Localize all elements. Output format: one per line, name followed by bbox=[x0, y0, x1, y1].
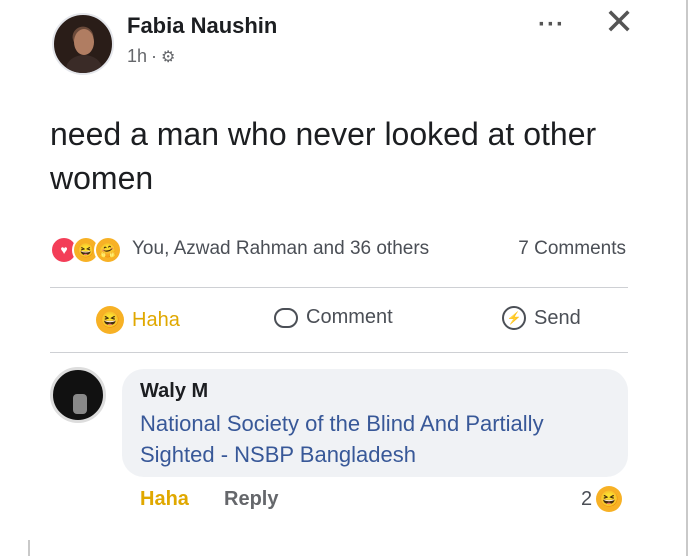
comment-bubble-icon bbox=[274, 307, 298, 328]
poster-name[interactable]: Fabia Naushin bbox=[127, 13, 277, 39]
care-reaction-icon: 🤗 bbox=[94, 236, 122, 264]
send-button-label: Send bbox=[534, 306, 581, 329]
commenter-name[interactable]: Waly M bbox=[140, 380, 208, 403]
comment-text[interactable]: National Society of the Blind And Partia… bbox=[140, 408, 620, 470]
divider-top bbox=[50, 287, 628, 288]
gear-icon: ⚙ bbox=[161, 48, 176, 66]
comment-button-label: Comment bbox=[306, 306, 393, 328]
post-meta: 1h · ⚙ bbox=[127, 46, 175, 67]
comment-haha-button[interactable]: Haha bbox=[140, 488, 189, 511]
comments-count[interactable]: 7 Comments bbox=[518, 238, 626, 260]
comment-reaction-number: 2 bbox=[581, 487, 593, 510]
send-button[interactable]: ⚡ Send bbox=[502, 306, 581, 330]
haha-button[interactable]: 😆 Haha bbox=[96, 306, 180, 334]
meta-separator: · bbox=[151, 46, 158, 66]
haha-icon: 😆 bbox=[596, 486, 623, 512]
divider-bottom bbox=[50, 352, 628, 353]
comment-reply-button[interactable]: Reply bbox=[224, 488, 278, 511]
frame-right-border bbox=[686, 0, 688, 556]
more-options-icon[interactable]: ··· bbox=[538, 11, 565, 39]
reaction-icons[interactable]: ♥ 😆 🤗 bbox=[50, 236, 122, 264]
close-icon[interactable]: ✕ bbox=[604, 4, 634, 40]
haha-button-label: Haha bbox=[132, 308, 180, 331]
comment-button[interactable]: Comment bbox=[274, 306, 393, 329]
comment-reaction-count[interactable]: 2 😆 bbox=[581, 486, 623, 512]
post-time[interactable]: 1h bbox=[127, 46, 147, 67]
frame-left-tick bbox=[28, 540, 30, 556]
reactions-summary[interactable]: You, Azwad Rahman and 36 others bbox=[132, 238, 429, 260]
messenger-icon: ⚡ bbox=[502, 306, 526, 330]
poster-avatar[interactable] bbox=[52, 13, 114, 75]
post-text: need a man who never looked at other wom… bbox=[50, 116, 597, 196]
commenter-avatar[interactable] bbox=[50, 367, 106, 423]
haha-icon: 😆 bbox=[96, 306, 124, 334]
